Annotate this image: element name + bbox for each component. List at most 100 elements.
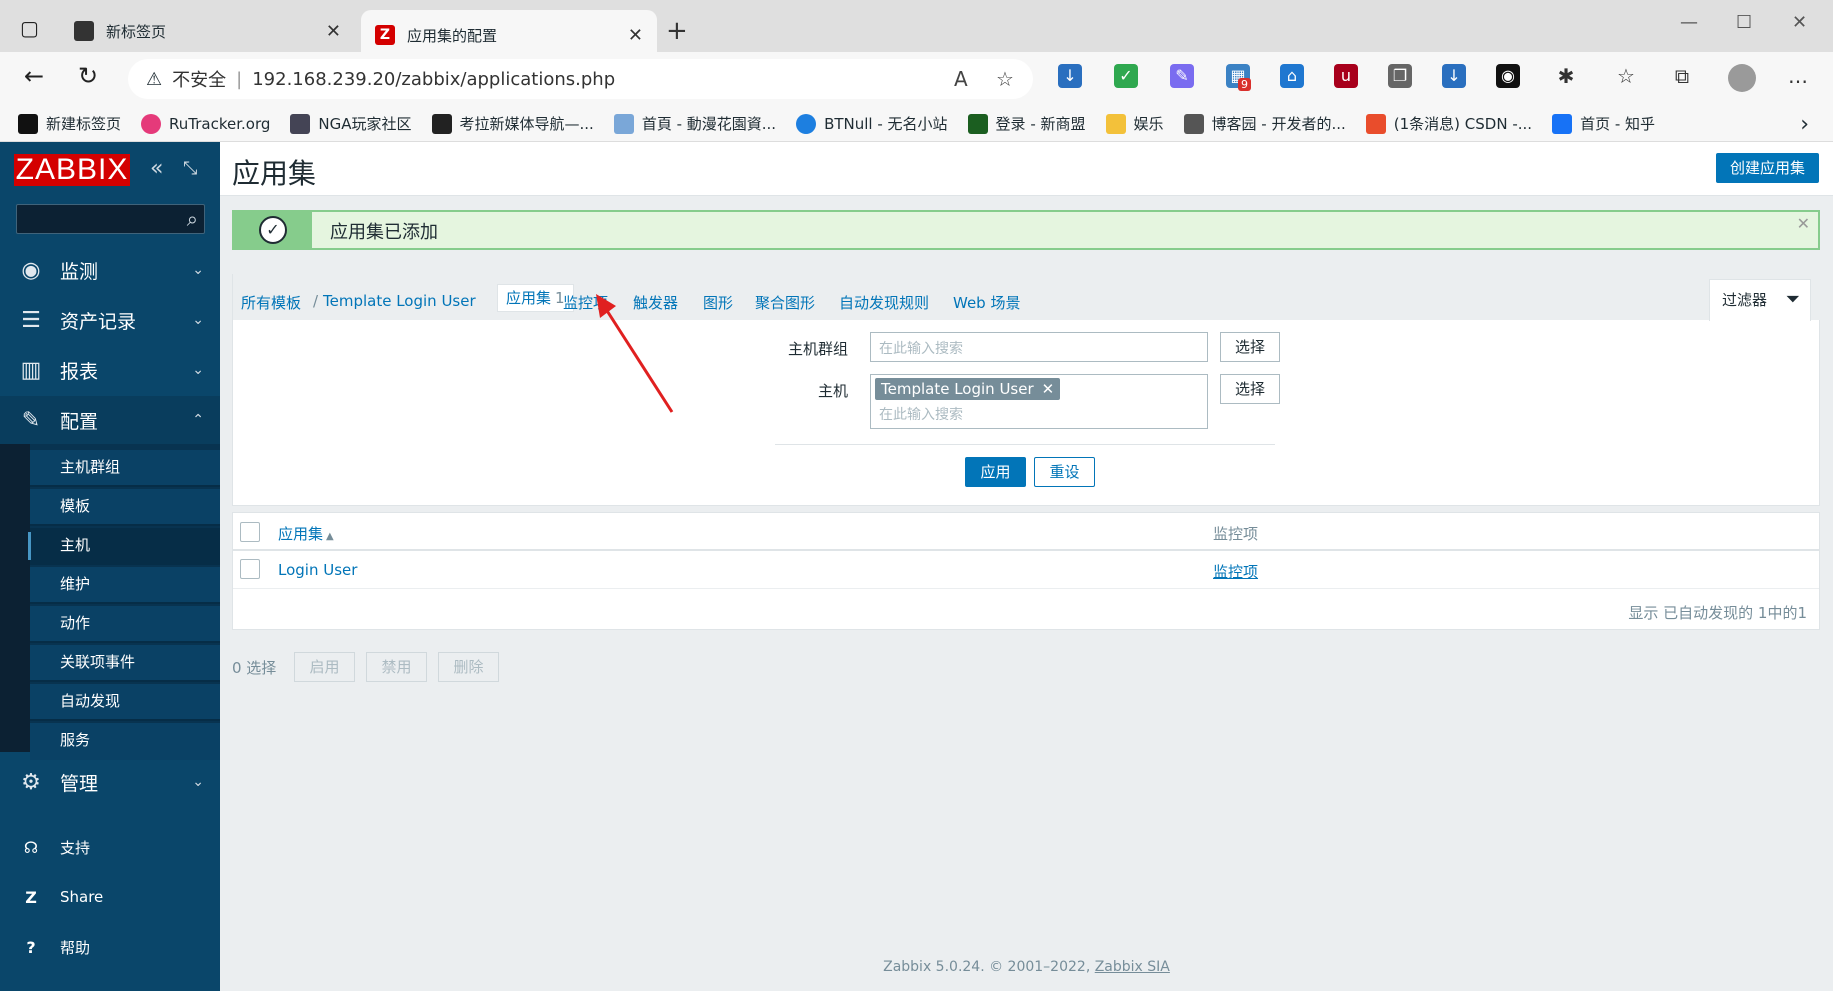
hostgroup-select-button[interactable]: 选择 (1220, 332, 1280, 362)
bookmark-item[interactable]: 新建标签页 (18, 113, 121, 134)
sidebar-item-reports[interactable]: ▥ 报表 ⌄ (0, 346, 220, 394)
download-extension-icon[interactable]: ↓ (1058, 64, 1082, 88)
sidebar-item-share[interactable]: Z Share (0, 873, 220, 921)
filter-tab-label: 过滤器 (1722, 291, 1768, 309)
maximize-icon[interactable]: ☐ (1736, 12, 1752, 33)
sidebar-item-configuration[interactable]: ✎ 配置 ⌃ (0, 396, 220, 444)
submenu-item-hosts[interactable]: 主机 (28, 528, 220, 565)
sidebar-item-administration[interactable]: ⚙ 管理 ⌄ (0, 758, 220, 806)
kiosk-mode-icon[interactable]: ⤡ (183, 158, 197, 179)
bookmark-item[interactable]: 考拉新媒体导航—... (431, 113, 594, 134)
back-icon[interactable]: ← (24, 62, 44, 90)
minimize-icon[interactable]: — (1680, 12, 1698, 33)
bookmark-item[interactable]: 博客园 - 开发者的... (1183, 113, 1346, 134)
submenu-item-templates[interactable]: 模板 (30, 489, 220, 526)
footer-link[interactable]: Zabbix SIA (1095, 959, 1170, 975)
delete-button[interactable]: 删除 (438, 652, 499, 682)
funnel-icon: ⏷ (1785, 289, 1800, 310)
window-close-icon[interactable]: ✕ (1792, 12, 1807, 33)
download2-extension-icon[interactable]: ↓ (1442, 64, 1466, 88)
filter-tab[interactable]: 过滤器 ⏷ (1709, 279, 1811, 321)
bookmark-item[interactable]: RuTracker.org (141, 113, 270, 134)
bookmark-item[interactable]: 首頁 - 動漫花園資... (613, 113, 776, 134)
bookmark-item[interactable]: 登录 - 新商盟 (967, 113, 1086, 134)
chevron-right-icon[interactable]: › (1800, 112, 1809, 137)
favorites-icon[interactable]: ☆ (1614, 64, 1638, 88)
ublock-extension-icon[interactable]: u (1334, 64, 1358, 88)
copy-extension-icon[interactable]: ❐ (1388, 64, 1412, 88)
bookmark-label: 首页 - 知乎 (1580, 115, 1656, 133)
collapse-sidebar-icon[interactable]: « (150, 156, 163, 181)
items-link[interactable]: 监控项 (1213, 561, 1258, 582)
sidebar-item-support[interactable]: ☊ 支持 (0, 823, 220, 871)
enable-button[interactable]: 启用 (294, 652, 355, 682)
tab-discovery-rules[interactable]: 自动发现规则 (839, 292, 929, 313)
search-icon[interactable]: ⌕ (187, 207, 198, 231)
bookmark-item[interactable]: (1条消息) CSDN -... (1365, 113, 1532, 134)
game-extension-icon[interactable]: ◉ (1496, 64, 1520, 88)
disable-button[interactable]: 禁用 (366, 652, 427, 682)
sidebar: ZABBIX « ⤡ ⌕ ◉ 监测 ⌄ ☰ 资产记录 ⌄ ▥ 报表 ⌄ ✎ 配置… (0, 142, 220, 991)
sidebar-item-inventory[interactable]: ☰ 资产记录 ⌄ (0, 296, 220, 344)
shield-extension-icon[interactable]: ✓ (1114, 64, 1138, 88)
close-tab-icon[interactable]: ✕ (628, 25, 643, 46)
column-application[interactable]: 应用集 ▲ (278, 523, 334, 544)
pen-extension-icon[interactable]: ✎ (1170, 64, 1194, 88)
more-menu-icon[interactable]: … (1786, 64, 1810, 88)
submenu-item-hostgroups[interactable]: 主机群组 (30, 450, 220, 487)
tab-items[interactable]: 监控项 (563, 292, 608, 313)
create-application-button[interactable]: 创建应用集 (1715, 153, 1819, 183)
breadcrumb-all-templates[interactable]: 所有模板 (241, 292, 301, 313)
bookmark-item[interactable]: NGA玩家社区 (290, 113, 412, 134)
submenu-item-event-correlation[interactable]: 关联项事件 (30, 645, 220, 682)
reload-icon[interactable]: ↻ (78, 62, 98, 90)
check-icon: ✓ (259, 216, 287, 244)
submenu-item-maintenance[interactable]: 维护 (30, 567, 220, 604)
sidebar-search-input[interactable]: ⌕ (16, 204, 205, 234)
submenu-leftbar (0, 444, 30, 752)
hostgroup-search-input[interactable]: 在此输入搜索 (870, 332, 1208, 362)
puzzle-extension-icon[interactable]: ✱ (1554, 64, 1578, 88)
reset-button[interactable]: 重设 (1034, 457, 1095, 487)
success-icon-box: ✓ (234, 212, 312, 248)
close-icon[interactable]: ✕ (1797, 214, 1810, 233)
bookmark-folder[interactable]: 娱乐 (1105, 113, 1164, 134)
bookmark-icon (1183, 113, 1204, 134)
zabbix-logo[interactable]: ZABBIX (14, 154, 130, 186)
new-tab-icon[interactable]: + (666, 16, 688, 46)
bookmark-item[interactable]: 首页 - 知乎 (1552, 113, 1655, 134)
row-checkbox[interactable] (240, 559, 260, 579)
apply-button[interactable]: 应用 (965, 457, 1026, 487)
sidebar-item-help[interactable]: ? 帮助 (0, 923, 220, 971)
close-tab-icon[interactable]: ✕ (326, 21, 341, 42)
browser-tabstrip: ▢ 新标签页 ✕ Z 应用集的配置 ✕ + — ☐ ✕ (0, 0, 1833, 60)
submenu-item-discovery[interactable]: 自动发现 (30, 684, 220, 721)
bookmark-item[interactable]: BTNull - 无名小站 (796, 113, 948, 134)
host-select-button[interactable]: 选择 (1220, 374, 1280, 404)
tab-actions-icon[interactable]: ▢ (20, 16, 39, 40)
tab-graphs[interactable]: 图形 (703, 292, 733, 313)
address-bar[interactable]: ⚠ 不安全 | 192.168.239.20/zabbix/applicatio… (128, 59, 1033, 99)
application-link[interactable]: Login User (278, 561, 357, 579)
tab-web-scenarios[interactable]: Web 场景 (953, 292, 1020, 313)
remove-chip-icon[interactable]: ✕ (1042, 380, 1055, 398)
host-search-input[interactable]: 在此输入搜索 (879, 404, 963, 424)
submenu-item-actions[interactable]: 动作 (30, 606, 220, 643)
main-content: 应用集 创建应用集 ✓ 应用集已添加 ✕ 所有模板 / Template Log… (220, 142, 1833, 991)
tab-screens[interactable]: 聚合图形 (755, 292, 815, 313)
collections-icon[interactable]: ⧉ (1670, 64, 1694, 88)
select-all-checkbox[interactable] (240, 522, 260, 542)
submenu-item-services[interactable]: 服务 (30, 723, 220, 760)
bag-extension-icon[interactable]: ⌂ (1280, 64, 1304, 88)
host-multiselect[interactable]: Template Login User ✕ 在此输入搜索 (870, 374, 1208, 429)
tab-triggers[interactable]: 触发器 (633, 292, 678, 313)
bookmark-icon (141, 113, 162, 134)
sidebar-item-monitoring[interactable]: ◉ 监测 ⌄ (0, 246, 220, 294)
tab-title: 应用集的配置 (407, 26, 498, 45)
table-header: 应用集 ▲ 监控项 (233, 513, 1819, 551)
breadcrumb-template[interactable]: Template Login User (323, 292, 476, 310)
read-aloud-icon[interactable]: A (954, 67, 968, 91)
browser-tab-newtab[interactable]: 新标签页 ✕ (60, 10, 355, 52)
avatar[interactable] (1728, 64, 1756, 92)
favorite-add-icon[interactable]: ☆ (996, 67, 1014, 91)
